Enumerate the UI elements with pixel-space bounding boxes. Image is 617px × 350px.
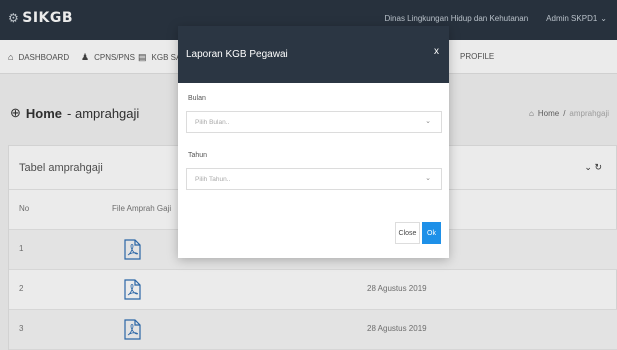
close-button[interactable]: Close [395, 222, 420, 244]
modal-title: Laporan KGB Pegawai [186, 49, 288, 60]
ok-button[interactable]: Ok [422, 222, 441, 244]
bulan-placeholder: Pilih Bulan.. [195, 119, 230, 126]
tahun-select[interactable]: Pilih Tahun.. ⌄ [186, 168, 442, 190]
modal-header: Laporan KGB Pegawai x [178, 26, 449, 83]
chevron-down-icon: ⌄ [425, 118, 431, 125]
tahun-placeholder: Pilih Tahun.. [195, 176, 231, 183]
chevron-down-icon: ⌄ [425, 175, 431, 182]
bulan-label: Bulan [188, 95, 206, 102]
tahun-label: Tahun [188, 152, 208, 159]
laporan-kgb-modal: Laporan KGB Pegawai x Bulan Pilih Bulan.… [178, 26, 449, 258]
bulan-select[interactable]: Pilih Bulan.. ⌄ [186, 111, 442, 133]
close-icon[interactable]: x [434, 46, 439, 57]
